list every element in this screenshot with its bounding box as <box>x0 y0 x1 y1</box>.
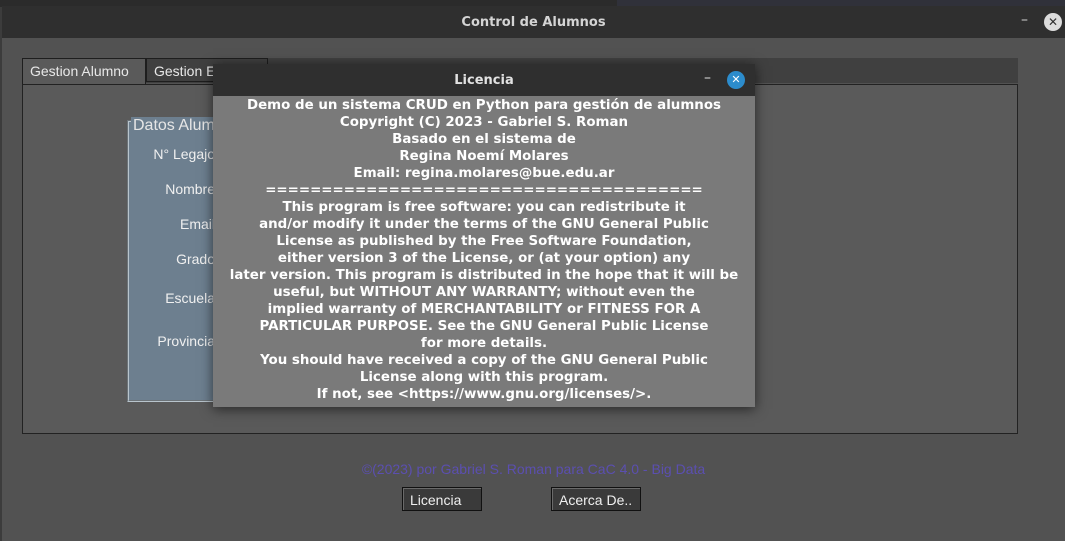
close-icon[interactable]: ✕ <box>1044 13 1062 31</box>
main-titlebar[interactable]: Control de Alumnos – ✕ <box>2 6 1065 38</box>
minimize-icon[interactable]: – <box>1021 12 1028 28</box>
field-label-nombre: Nombre <box>165 181 215 197</box>
license-text: Demo de un sistema CRUD en Python para g… <box>213 97 755 403</box>
dialog-titlebar[interactable]: Licencia – ✕ <box>213 64 755 96</box>
license-line: Regina Noemí Molares <box>399 149 569 164</box>
acerca-de-button[interactable]: Acerca De.. <box>551 487 641 511</box>
license-line: Demo de un sistema CRUD en Python para g… <box>246 98 721 113</box>
license-line: Basado en el sistema de <box>392 132 576 147</box>
license-line: License along with this program. <box>359 370 609 385</box>
licencia-button[interactable]: Licencia <box>402 487 482 511</box>
licencia-dialog: Licencia – ✕ Demo de un sistema CRUD en … <box>213 64 755 407</box>
license-line: implied warranty of MERCHANTABILITY or F… <box>267 302 701 317</box>
field-label-grado: Grado <box>176 251 215 267</box>
datos-alumno-legend: Datos Alum <box>131 117 217 135</box>
license-line: You should have received a copy of the G… <box>260 353 708 368</box>
license-line: later version. This program is distribut… <box>229 268 739 283</box>
license-line: for more details. <box>420 336 548 351</box>
license-line: This program is free software: you can r… <box>282 200 686 215</box>
license-line: PARTICULAR PURPOSE. See the GNU General … <box>259 319 709 334</box>
license-line: If not, see <https://www.gnu.org/license… <box>316 387 652 402</box>
license-line: Email: regina.molares@bue.edu.ar <box>353 166 615 181</box>
license-line: useful, but WITHOUT ANY WARRANTY; withou… <box>273 285 695 300</box>
tab-gestion-alumno[interactable]: Gestion Alumno <box>22 58 146 85</box>
field-label-email: Email <box>179 216 215 232</box>
license-line: either version 3 of the License, or (at … <box>277 251 691 266</box>
field-label-legajo: N° Legajo <box>153 146 215 162</box>
field-label-escuela: Escuela <box>165 290 215 306</box>
dialog-close-icon[interactable]: ✕ <box>727 71 745 89</box>
dialog-minimize-icon[interactable]: – <box>704 70 711 86</box>
license-line: ======================================= <box>265 183 703 198</box>
field-label-provincia: Provincia <box>157 333 215 349</box>
license-line: and/or modify it under the terms of the … <box>259 217 709 232</box>
dialog-title: Licencia <box>454 73 514 88</box>
main-window-title: Control de Alumnos <box>461 15 606 30</box>
credit-text: ©(2023) por Gabriel S. Roman para CaC 4.… <box>361 461 706 477</box>
license-line: Copyright (C) 2023 - Gabriel S. Roman <box>339 115 629 130</box>
license-line: License as published by the Free Softwar… <box>276 234 692 249</box>
